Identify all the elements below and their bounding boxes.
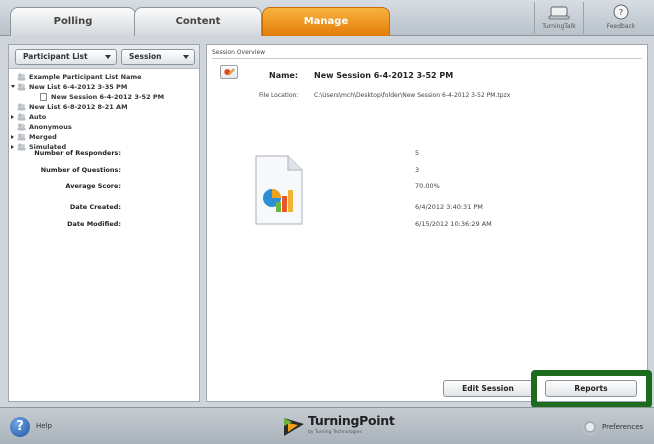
- tree-node-label: New Session 6-4-2012 3-52 PM: [51, 92, 165, 102]
- stat-value: 6/15/2012 10:36:29 AM: [415, 220, 492, 228]
- tree-node[interactable]: New List 6-4-2012 3-35 PM: [9, 82, 199, 92]
- rename-session-button[interactable]: [220, 65, 238, 79]
- expand-arrow-icon[interactable]: [11, 135, 14, 139]
- logo-text: TurningPoint: [308, 413, 395, 428]
- tree-node-label: Auto: [29, 113, 47, 121]
- stat-label: Date Modified:: [67, 220, 121, 228]
- tree-node-label: Anonymous: [29, 123, 72, 131]
- bottom-bar: ? Help TurningPoint by Turning Technolog…: [0, 407, 654, 444]
- participant-list-icon: [17, 83, 26, 91]
- divider: [212, 58, 642, 59]
- chevron-down-icon: [183, 55, 189, 59]
- tree-node-session[interactable]: New Session 6-4-2012 3-52 PM: [9, 92, 199, 102]
- tree-node[interactable]: Auto: [9, 112, 199, 122]
- turningpoint-logo: TurningPoint by Turning Technologies: [282, 412, 402, 442]
- participant-list-dropdown-label: Participant List: [23, 52, 88, 61]
- feedback-button[interactable]: ? Feedback: [596, 2, 646, 34]
- file-location-value: C:\Users\mch\Desktop\folder\New Session …: [314, 92, 511, 99]
- stat-label: Date Created:: [69, 203, 121, 211]
- turningtalk-button[interactable]: TurningTalk: [534, 2, 584, 34]
- edit-pencil-icon: [224, 68, 235, 76]
- participant-list-dropdown[interactable]: Participant List: [15, 49, 117, 65]
- participant-list-icon: [17, 143, 26, 151]
- highlight-box: [531, 370, 652, 408]
- tree-node[interactable]: New List 6-8-2012 8-21 AM: [9, 102, 199, 112]
- tree-node-label: New List 6-4-2012 3-35 PM: [29, 83, 128, 91]
- edit-session-button[interactable]: Edit Session: [443, 380, 533, 397]
- help-icon[interactable]: ?: [10, 417, 30, 437]
- tree-node[interactable]: Example Participant List Name: [9, 72, 199, 82]
- tree-node-label: New List 6-8-2012 8-21 AM: [29, 103, 128, 111]
- logo-subtext: by Turning Technologies: [308, 430, 362, 435]
- turningpoint-logo-icon: [284, 418, 304, 436]
- tree-node[interactable]: Merged: [9, 132, 199, 142]
- tree-node[interactable]: Anonymous: [9, 122, 199, 132]
- participant-list-icon: [17, 133, 26, 141]
- file-location-label: File Location:: [259, 92, 299, 99]
- participant-list-icon: [17, 113, 26, 121]
- stat-value: 5: [415, 149, 420, 157]
- stat-value: 6/4/2012 3:40:31 PM: [415, 203, 483, 211]
- tab-content[interactable]: Content: [134, 7, 262, 36]
- left-pane-toolbar: Participant List Session: [9, 45, 199, 69]
- section-title: Session Overview: [212, 49, 266, 56]
- top-tab-bar: Polling Content Manage TurningTalk ? Fee…: [0, 0, 654, 36]
- gear-icon[interactable]: [582, 419, 598, 435]
- svg-text:?: ?: [619, 8, 623, 17]
- feedback-icon: ?: [613, 4, 629, 20]
- expand-arrow-icon[interactable]: [11, 145, 14, 149]
- stat-label: Number of Responders:: [34, 149, 121, 157]
- preferences-label[interactable]: Preferences: [602, 423, 643, 431]
- stat-label: Average Score:: [65, 182, 121, 190]
- stat-value: 70.00%: [415, 182, 440, 190]
- tree-node-label: Example Participant List Name: [29, 73, 142, 81]
- participant-list-icon: [17, 103, 26, 111]
- chevron-down-icon: [105, 55, 111, 59]
- session-report-document-icon: [255, 155, 303, 225]
- help-label[interactable]: Help: [36, 422, 52, 430]
- tree-node-label: Merged: [29, 133, 57, 141]
- session-file-icon: [40, 93, 47, 101]
- stat-label: Number of Questions:: [40, 166, 121, 174]
- tab-polling[interactable]: Polling: [10, 7, 136, 36]
- expand-arrow-icon[interactable]: [11, 85, 15, 88]
- expand-arrow-icon[interactable]: [11, 115, 14, 119]
- turningtalk-label: TurningTalk: [542, 23, 576, 30]
- main-frame: Participant List Session Example Partici…: [0, 36, 654, 407]
- session-name-label: Name:: [269, 71, 299, 80]
- feedback-label: Feedback: [606, 23, 636, 30]
- participant-list-icon: [17, 123, 26, 131]
- session-dropdown[interactable]: Session: [121, 49, 195, 65]
- session-overview-pane: Session Overview Name: New Session 6-4-2…: [34, 44, 648, 402]
- session-dropdown-label: Session: [129, 52, 162, 61]
- participant-list-icon: [17, 73, 26, 81]
- tab-manage[interactable]: Manage: [262, 7, 390, 36]
- session-name-value: New Session 6-4-2012 3-52 PM: [314, 71, 454, 80]
- participant-tree: Example Participant List Name New List 6…: [9, 69, 199, 152]
- stat-value: 3: [415, 166, 420, 174]
- turningtalk-icon: [548, 6, 570, 20]
